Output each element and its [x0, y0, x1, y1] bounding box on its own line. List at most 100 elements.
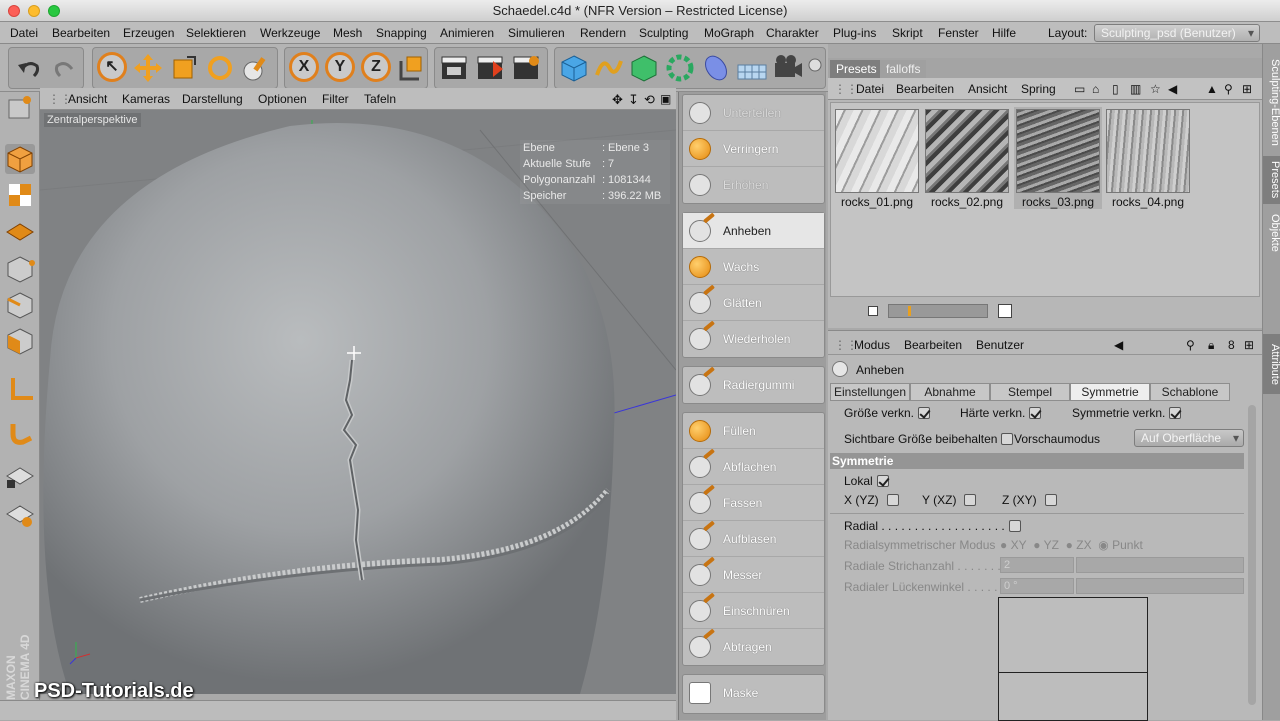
workplane-mode-button[interactable]: [5, 216, 35, 246]
edges-mode-button[interactable]: [5, 290, 35, 320]
3d-viewport[interactable]: Zentralperspektive Ebene: Ebene 3 Aktuell…: [40, 110, 676, 694]
close-window-button[interactable]: [8, 5, 20, 17]
presets-menu-ansicht[interactable]: Ansicht: [968, 82, 1007, 96]
menu-hilfe[interactable]: Hilfe: [992, 26, 1016, 40]
attributes-menu-benutzer[interactable]: Benutzer: [976, 338, 1024, 352]
environment-button[interactable]: [735, 51, 769, 85]
strichanzahl-field[interactable]: 2: [1000, 557, 1074, 573]
radio-yz[interactable]: ● YZ: [1033, 538, 1059, 552]
brush-messer-button[interactable]: Messer: [683, 556, 824, 593]
tab-symmetrie[interactable]: Symmetrie: [1070, 383, 1150, 401]
brush-radiergummi-button[interactable]: Radiergummi: [683, 366, 824, 403]
sidetab-presets[interactable]: Presets: [1263, 156, 1280, 204]
scale-tool-button[interactable]: [167, 51, 201, 85]
menu-rendern[interactable]: Rendern: [580, 26, 626, 40]
undo-button[interactable]: [12, 51, 46, 85]
preset-thumbnail[interactable]: rocks_03.png: [1014, 107, 1102, 209]
workplane-lock-button[interactable]: [5, 460, 35, 490]
small-thumbnail-icon[interactable]: [868, 306, 878, 316]
symmetrie-verkn-checkbox[interactable]: [1169, 407, 1182, 419]
z-xy-checkbox[interactable]: [1044, 494, 1057, 506]
polygons-mode-button[interactable]: [5, 326, 35, 356]
axis-mode-button[interactable]: [5, 374, 35, 404]
brush-aufblasen-button[interactable]: Aufblasen: [683, 520, 824, 557]
redo-button[interactable]: [48, 51, 82, 85]
brush-glaetten-button[interactable]: Glätten: [683, 284, 824, 321]
object-mode-button[interactable]: [5, 144, 35, 174]
brush-wachs-button[interactable]: Wachs: [683, 249, 824, 285]
spline-button[interactable]: [591, 51, 625, 85]
sichtbare-groesse-checkbox[interactable]: [1001, 433, 1014, 445]
x-yz-checkbox[interactable]: [886, 494, 899, 506]
brush-unterteilen-button[interactable]: Unterteilen: [683, 95, 824, 131]
back-arrow-icon[interactable]: ◀: [1168, 82, 1177, 96]
large-thumbnail-icon[interactable]: [998, 304, 1012, 318]
new-panel-icon[interactable]: ⊞: [1242, 82, 1252, 96]
tab-schablone[interactable]: Schablone: [1150, 383, 1230, 401]
menu-werkzeuge[interactable]: Werkzeuge: [260, 26, 320, 40]
brush-abtragen-button[interactable]: Abtragen: [683, 628, 824, 665]
tab-stempel[interactable]: Stempel: [990, 383, 1070, 401]
brush-abflachen-button[interactable]: Abflachen: [683, 448, 824, 485]
minimize-window-button[interactable]: [28, 5, 40, 17]
menu-bearbeiten[interactable]: Bearbeiten: [52, 26, 110, 40]
strichanzahl-slider[interactable]: [1076, 557, 1244, 573]
star-icon[interactable]: ☆: [1150, 82, 1161, 96]
rotate-tool-button[interactable]: [203, 51, 237, 85]
cube-object-button[interactable]: [557, 51, 591, 85]
camera-button[interactable]: [771, 51, 805, 85]
brush-maske-button[interactable]: Maske: [683, 675, 824, 711]
thumbnail-size-slider[interactable]: [888, 304, 988, 318]
sidetab-sculpting-ebenen[interactable]: Sculpting-Ebenen: [1263, 52, 1280, 152]
menu-simulieren[interactable]: Simulieren: [508, 26, 565, 40]
model-mode-button[interactable]: [5, 92, 35, 122]
groesse-verkn-checkbox[interactable]: [918, 407, 931, 419]
link-icon[interactable]: 8: [1228, 338, 1235, 352]
radial-checkbox[interactable]: [1008, 520, 1021, 532]
menu-plug-ins[interactable]: Plug-ins: [833, 26, 876, 40]
falloff-curve-box[interactable]: [998, 597, 1148, 721]
attributes-menu-bearbeiten[interactable]: Bearbeiten: [904, 338, 962, 352]
brush-einschnueren-button[interactable]: Einschnüren: [683, 592, 824, 629]
menu-sculpting[interactable]: Sculpting: [639, 26, 688, 40]
viewport-menu-darstellung[interactable]: Darstellung: [182, 92, 243, 106]
render-view-button[interactable]: [437, 51, 471, 85]
y-xz-checkbox[interactable]: [964, 494, 977, 506]
menu-snapping[interactable]: Snapping: [376, 26, 427, 40]
axis-x-button[interactable]: X: [289, 52, 319, 82]
presets-menu-datei[interactable]: Datei: [856, 82, 884, 96]
preset-thumbnail[interactable]: rocks_01.png: [833, 107, 921, 209]
nurbs-button[interactable]: [627, 51, 661, 85]
lokal-checkbox[interactable]: [876, 475, 889, 487]
menu-mograph[interactable]: MoGraph: [704, 26, 754, 40]
viewport-dolly-icon[interactable]: ↧: [628, 92, 639, 108]
viewport-pan-icon[interactable]: ✥: [612, 92, 623, 108]
folder-view-icon[interactable]: ▭: [1074, 82, 1085, 96]
array-button[interactable]: [663, 51, 697, 85]
menu-selektieren[interactable]: Selektieren: [186, 26, 246, 40]
axis-z-button[interactable]: Z: [361, 52, 391, 82]
viewport-rotate-icon[interactable]: ⟲: [644, 92, 655, 108]
tab-falloffs[interactable]: falloffs: [880, 60, 927, 78]
tab-einstellungen[interactable]: Einstellungen: [830, 383, 910, 401]
haerte-verkn-checkbox[interactable]: [1029, 407, 1042, 419]
tab-presets[interactable]: Presets: [830, 60, 883, 78]
up-arrow-icon[interactable]: ▲: [1206, 82, 1218, 96]
radio-zx[interactable]: ● ZX: [1066, 538, 1092, 552]
preset-thumbnail[interactable]: rocks_04.png: [1104, 107, 1192, 209]
vorschaumodus-select[interactable]: Auf Oberfläche ▾: [1134, 429, 1244, 447]
deformer-button[interactable]: [699, 51, 733, 85]
brush-erhoehen-button[interactable]: Erhöhen: [683, 167, 824, 203]
menu-mesh[interactable]: Mesh: [333, 26, 362, 40]
attributes-scrollbar[interactable]: [1248, 405, 1256, 705]
viewport-menu-filter[interactable]: Filter: [322, 92, 349, 106]
coordinate-system-button[interactable]: [393, 51, 427, 85]
menu-charakter[interactable]: Charakter: [766, 26, 819, 40]
lueckenwinkel-slider[interactable]: [1076, 578, 1244, 594]
home-icon[interactable]: ⌂: [1092, 82, 1099, 96]
slider-handle[interactable]: [908, 306, 911, 316]
lueckenwinkel-field[interactable]: 0 °: [1000, 578, 1074, 594]
radio-punkt[interactable]: ◉ Punkt: [1098, 538, 1143, 552]
select-tool-button[interactable]: ↖: [97, 52, 127, 82]
presets-menu-bearbeiten[interactable]: Bearbeiten: [896, 82, 954, 96]
